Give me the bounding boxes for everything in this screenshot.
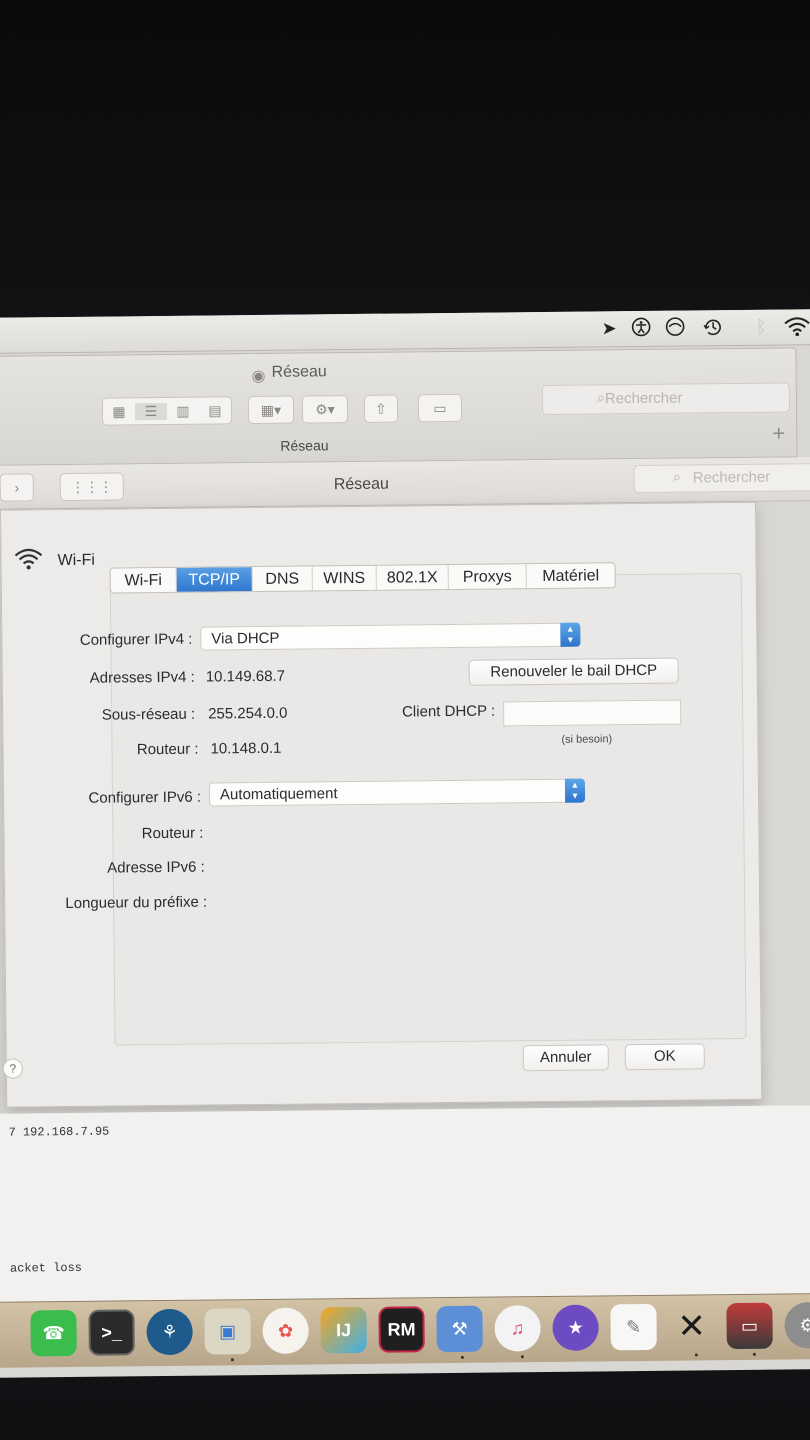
textedit-icon[interactable]: ✎ [610, 1303, 657, 1351]
configure-ipv6-popup[interactable]: Automatiquement ▴ ▾ [208, 778, 586, 807]
renew-dhcp-lease-button[interactable]: Renouveler le bail DHCP [468, 657, 679, 686]
group-button[interactable]: ▦▾ [247, 395, 295, 425]
running-indicator [520, 1355, 524, 1359]
chevron-right-icon: › [14, 479, 20, 496]
action-button[interactable]: ⚙▾ [301, 395, 349, 424]
grid-icon: ⋮⋮⋮ [70, 478, 113, 495]
search-placeholder: Rechercher [604, 389, 683, 408]
search-icon: ⌕ [672, 468, 682, 486]
tag-icon: ▭ [433, 399, 447, 416]
cancel-button[interactable]: Annuler [522, 1044, 609, 1072]
do-not-disturb-icon[interactable] [664, 317, 686, 339]
terminal-line: 7 192.168.7.95 [8, 1124, 110, 1140]
background-window-title: Réseau [271, 363, 327, 381]
tab-dns[interactable]: DNS [252, 566, 313, 592]
share-button[interactable]: ⇧ [363, 394, 399, 423]
tab-materiel[interactable]: Matériel [527, 563, 615, 588]
running-indicator [752, 1352, 756, 1356]
back-forward-button[interactable]: › [0, 473, 34, 502]
gear-icon: ⚙▾ [315, 400, 335, 417]
group-icon: ▦▾ [260, 401, 282, 418]
background-window: ◉ Réseau ▦ ☰ ▥ ▤ ▦▾ ⚙▾ ⇧ ▭ ⌕ Rechercher … [0, 347, 798, 466]
time-machine-icon[interactable] [702, 316, 724, 338]
background-window-subtitle: Réseau [280, 437, 329, 454]
tab-proxys[interactable]: Proxys [448, 564, 527, 590]
ipv4-address-label: Adresses IPv4 : [89, 668, 195, 687]
running-indicator [694, 1353, 698, 1357]
help-button[interactable]: ? [2, 1058, 23, 1079]
bluetooth-icon[interactable]: ᛒ [750, 316, 772, 338]
subnet-label: Sous-réseau : [101, 705, 196, 724]
router-ipv4-value: 10.148.0.1 [210, 739, 282, 758]
interface-header: Wi-Fi [13, 546, 95, 576]
itunes-icon[interactable]: ♫ [494, 1305, 541, 1352]
dhcp-client-label: Client DHCP : [401, 702, 496, 721]
interface-name: Wi-Fi [57, 551, 95, 569]
rubymine-icon[interactable]: RM [378, 1306, 425, 1353]
running-indicator [460, 1355, 464, 1359]
prefix-length-label: Longueur du préfixe : [65, 893, 208, 913]
preview-icon[interactable]: ▣ [204, 1308, 251, 1355]
photos-icon[interactable]: ✿ [262, 1307, 309, 1354]
search-icon: ⌕ [596, 389, 606, 407]
wifi-icon[interactable] [782, 315, 810, 337]
configure-ipv6-value: Automatiquement [219, 785, 338, 804]
dock: ☎ >_ ⚘ ▣ ✿ IJ RM ⚒ ♫ ★ ✎ ✕ ▭ ⚙ [0, 1292, 810, 1368]
sourcetree-icon[interactable]: ⚘ [146, 1308, 193, 1356]
tab-wins[interactable]: WINS [312, 565, 377, 591]
tab-8021x[interactable]: 802.1X [376, 565, 449, 590]
terminal-window: 7 192.168.7.95 acket loss [0, 1104, 810, 1304]
terminal-line: acket loss [9, 1260, 83, 1276]
screenshot-icon[interactable]: ▭ [726, 1302, 773, 1350]
router-ipv4-label: Routeur : [136, 740, 199, 759]
tag-button[interactable]: ▭ [417, 393, 463, 423]
location-arrow-icon[interactable]: ➤ [598, 317, 620, 339]
advanced-settings-sheet: Wi-Fi Wi-Fi TCP/IP DNS WINS 802.1X Proxy… [0, 501, 763, 1108]
dhcp-client-hint: (si besoin) [561, 733, 613, 746]
tab-bar: Wi-Fi TCP/IP DNS WINS 802.1X Proxys Maté… [109, 562, 616, 594]
rubymine-label: RM [387, 1318, 416, 1340]
show-all-button[interactable]: ⋮⋮⋮ [59, 472, 124, 502]
tab-tcpip[interactable]: TCP/IP [176, 567, 253, 592]
chevron-up-down-icon: ▴ ▾ [564, 778, 586, 803]
icon-view-icon[interactable]: ▦ [103, 403, 135, 420]
chevron-up-down-icon: ▴ ▾ [560, 622, 581, 647]
screen: ➤ ᛒ ◉ Réseau ▦ ☰ ▥ ▤ ▦▾ ⚙▾ ⇧ ▭ ⌕ Recherc… [0, 308, 810, 1378]
share-icon: ⇧ [375, 400, 387, 417]
network-window-title: Réseau [333, 475, 390, 494]
facetime-icon[interactable]: ☎ [30, 1309, 77, 1357]
xcode-icon[interactable]: ⚒ [436, 1305, 483, 1353]
background-search-field[interactable]: ⌕ Rechercher [541, 382, 791, 416]
terminal-icon[interactable]: >_ [88, 1309, 135, 1356]
system-preferences-icon[interactable]: ⚙ [784, 1302, 810, 1349]
ok-button[interactable]: OK [624, 1043, 705, 1071]
router-ipv6-label: Routeur : [141, 824, 204, 843]
ipv6-address-label: Adresse IPv6 : [107, 858, 205, 877]
network-search-field[interactable]: ⌕ Rechercher [633, 462, 810, 494]
menu-bar: ➤ ᛒ [0, 308, 810, 354]
intellij-icon[interactable]: IJ [320, 1306, 367, 1354]
gallery-view-icon[interactable]: ▤ [199, 402, 231, 419]
add-tab-icon[interactable]: + [772, 420, 785, 446]
x11-icon[interactable]: ✕ [668, 1303, 714, 1349]
configure-ipv4-value: Via DHCP [211, 629, 280, 648]
accessibility-icon[interactable] [630, 317, 652, 339]
configure-ipv4-label: Configurer IPv4 : [79, 630, 193, 649]
column-view-icon[interactable]: ▥ [167, 402, 199, 419]
imovie-icon[interactable]: ★ [552, 1304, 599, 1351]
dhcp-client-field[interactable] [503, 699, 682, 727]
running-indicator [230, 1358, 234, 1362]
tab-wifi[interactable]: Wi-Fi [110, 567, 177, 593]
list-view-icon[interactable]: ☰ [134, 402, 168, 420]
globe-icon: ◉ [251, 367, 266, 386]
subnet-value: 255.254.0.0 [208, 704, 288, 723]
wifi-icon [13, 546, 43, 575]
view-mode-segmented-control[interactable]: ▦ ☰ ▥ ▤ [101, 396, 233, 426]
search-placeholder: Rechercher [692, 468, 771, 487]
configure-ipv6-label: Configurer IPv6 : [88, 788, 202, 807]
ipv4-address-value: 10.149.68.7 [205, 667, 286, 686]
configure-ipv4-popup[interactable]: Via DHCP ▴ ▾ [200, 622, 581, 651]
